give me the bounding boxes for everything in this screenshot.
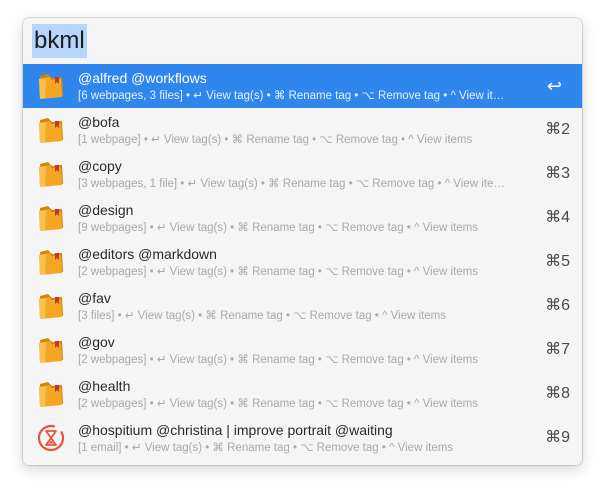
result-row[interactable]: @alfred @workflows [6 webpages, 3 files] … (23, 64, 582, 108)
return-key-shortcut: ↩ (546, 76, 562, 96)
search-input[interactable]: bkml (32, 24, 87, 58)
result-title: @gov (78, 334, 115, 350)
result-row[interactable]: @health [2 webpages] • ↵ View tag(s) • ⌘ … (23, 372, 582, 416)
result-subtitle: [2 webpages] • ↵ View tag(s) • ⌘ Rename … (78, 398, 478, 410)
result-subtitle: [3 files] • ↵ View tag(s) • ⌘ Rename tag… (78, 310, 447, 322)
result-row[interactable]: @design [9 webpages] • ↵ View tag(s) • ⌘ … (23, 196, 582, 240)
result-title: @design (78, 202, 134, 218)
result-title: @hospitium @christina | improve portrait… (78, 422, 393, 438)
result-subtitle: [2 webpages] • ↵ View tag(s) • ⌘ Rename … (78, 266, 478, 278)
bookmark-folder-icon (36, 71, 66, 101)
result-title: @fav (78, 290, 111, 306)
result-row[interactable]: @editors @markdown [2 webpages] • ↵ View … (23, 240, 582, 284)
result-shortcut: ⌘4 (545, 209, 570, 226)
result-subtitle: [6 webpages, 3 files] • ↵ View tag(s) • … (78, 90, 505, 102)
result-title: @health (78, 378, 131, 394)
result-subtitle: [1 webpage] • ↵ View tag(s) • ⌘ Rename t… (78, 134, 473, 146)
result-title: @editors @markdown (78, 246, 217, 262)
bookmark-folder-icon (36, 159, 66, 189)
result-shortcut: ⌘2 (545, 121, 570, 138)
results-list: @alfred @workflows [6 webpages, 3 files] … (23, 64, 582, 460)
result-title: @bofa (78, 114, 120, 130)
result-subtitle: [2 webpages] • ↵ View tag(s) • ⌘ Rename … (78, 354, 478, 366)
result-row[interactable]: @hospitium @christina | improve portrait… (23, 416, 582, 460)
result-subtitle: [1 email] • ↵ View tag(s) • ⌘ Rename tag… (78, 442, 454, 454)
result-subtitle: [3 webpages, 1 file] • ↵ View tag(s) • ⌘… (78, 178, 505, 190)
bookmark-folder-icon (36, 247, 66, 277)
result-shortcut: ⌘9 (545, 429, 570, 446)
result-shortcut: ⌘5 (545, 253, 570, 270)
result-shortcut: ⌘7 (545, 341, 570, 358)
result-title: @alfred @workflows (78, 70, 207, 86)
result-row[interactable]: @copy [3 webpages, 1 file] • ↵ View tag(s… (23, 152, 582, 196)
bookmark-folder-icon (36, 203, 66, 233)
bookmark-folder-icon (36, 335, 66, 365)
result-subtitle: [9 webpages] • ↵ View tag(s) • ⌘ Rename … (78, 222, 478, 234)
result-row[interactable]: @gov [2 webpages] • ↵ View tag(s) • ⌘ Ren… (23, 328, 582, 372)
bookmark-folder-icon (36, 291, 66, 321)
hourglass-circle-icon (36, 423, 66, 453)
bookmark-folder-icon (36, 115, 66, 145)
result-shortcut: ⌘8 (545, 385, 570, 402)
result-shortcut: ⌘6 (545, 297, 570, 314)
bookmark-folder-icon (36, 379, 66, 409)
result-title: @copy (78, 158, 122, 174)
result-row[interactable]: @bofa [1 webpage] • ↵ View tag(s) • ⌘ Ren… (23, 108, 582, 152)
result-shortcut: ⌘3 (545, 165, 570, 182)
alfred-window: bkml @alfred @workflows [6 webpages, 3 fi… (23, 18, 582, 465)
search-bar[interactable]: bkml (23, 18, 582, 64)
result-row[interactable]: @fav [3 files] • ↵ View tag(s) • ⌘ Rename… (23, 284, 582, 328)
